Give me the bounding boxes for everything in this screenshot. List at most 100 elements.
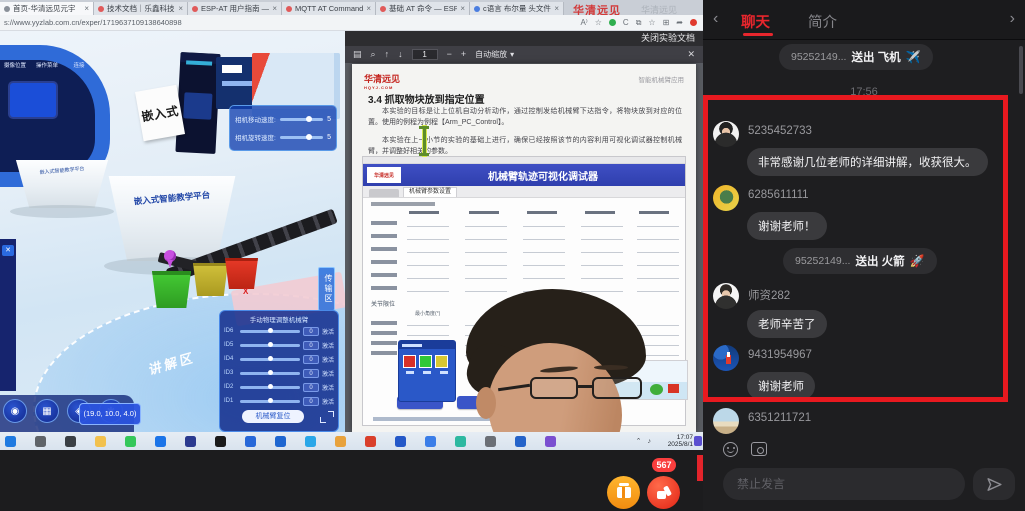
gift-text: 送出 火箭 bbox=[855, 253, 904, 269]
task-view-icon bbox=[65, 436, 76, 447]
browser-url-bar: s://www.yyzlab.com.cn/exper/171963710913… bbox=[0, 15, 703, 31]
app-icon bbox=[545, 436, 556, 447]
app-icon bbox=[455, 436, 466, 447]
app-icon bbox=[395, 436, 406, 447]
read-aloud-icon: A⁾ bbox=[580, 19, 587, 27]
tab-close-icon: × bbox=[554, 4, 559, 13]
camera-move-speed-value: 5 bbox=[327, 116, 331, 123]
taskbar-time: 17:07 bbox=[668, 434, 693, 442]
doc-brand-logo: 华清远见HQYJ.COM bbox=[364, 72, 400, 90]
gift-icon bbox=[617, 487, 631, 498]
close-icon: ✕ bbox=[2, 245, 14, 256]
chat-input[interactable] bbox=[723, 468, 965, 500]
wall-poster bbox=[175, 52, 220, 154]
axis-x-label: X bbox=[243, 287, 248, 296]
search-icon: ⌕ bbox=[371, 50, 376, 59]
glasses-bridge bbox=[578, 385, 592, 388]
tab-title: 技术文档｜乐鑫科技 bbox=[107, 3, 175, 14]
tab-placeholder bbox=[369, 189, 399, 197]
avatar bbox=[713, 283, 739, 309]
avatar bbox=[713, 345, 739, 371]
bucket-red bbox=[225, 258, 258, 289]
servo-id: ID5 bbox=[224, 342, 237, 348]
zoom-out-icon: − bbox=[447, 50, 452, 59]
bucket-yellow bbox=[193, 263, 228, 296]
arm-reset-row: 机械臂复位 bbox=[224, 410, 334, 423]
activate-button: 激活 bbox=[322, 327, 334, 336]
app-icon bbox=[305, 436, 316, 447]
powerpoint-icon bbox=[365, 436, 376, 447]
servo-row: ID1 0 激活 bbox=[224, 394, 334, 408]
chat-username: 师资282 bbox=[748, 287, 790, 303]
text-cursor bbox=[418, 126, 430, 156]
tab-title: c语言 布尔量 头文件 bbox=[483, 3, 551, 14]
emoji-icon[interactable] bbox=[723, 442, 738, 457]
chat-input-area bbox=[703, 436, 1025, 511]
chat-header: ‹ 聊天 简介 › bbox=[703, 0, 1025, 40]
camera-move-speed-row: 相机移动速度: 5 bbox=[235, 114, 331, 124]
tab-intro[interactable]: 简介 bbox=[808, 11, 837, 32]
tab-title: ESP-AT 用户指南 — bbox=[201, 3, 269, 14]
screenshot-icon[interactable] bbox=[751, 442, 767, 456]
browser-tab-bar: 首页-华清远见元宇 × 技术文档｜乐鑫科技 × ESP-AT 用户指南 — × … bbox=[0, 0, 703, 15]
coordinates-tooltip: (19.0, 10.0, 4.0) bbox=[79, 403, 141, 425]
chat-scrollbar[interactable] bbox=[1019, 46, 1023, 94]
tab-chat[interactable]: 聊天 bbox=[741, 11, 770, 32]
avatar bbox=[713, 121, 739, 147]
video-player[interactable]: 首页-华清远见元宇 × 技术文档｜乐鑫科技 × ESP-AT 用户指南 — × … bbox=[0, 0, 703, 511]
pedestal-front: 嵌入式智能教学平台 bbox=[106, 176, 238, 261]
servo-slider bbox=[240, 372, 300, 375]
favicon bbox=[192, 6, 198, 12]
table-row bbox=[369, 256, 679, 268]
virtual-lab-scene: 嵌入式 相机移动速度: 5 相机旋转速度: 5 嵌入式智能教学平台 bbox=[0, 31, 345, 432]
activate-button: 激活 bbox=[322, 369, 334, 378]
camera-move-speed-slider bbox=[280, 118, 323, 121]
word-icon bbox=[245, 436, 256, 447]
servo-slider bbox=[240, 330, 300, 333]
gift-sender: 95252149... bbox=[795, 255, 850, 267]
send-button[interactable] bbox=[973, 468, 1015, 500]
live-stream-page: 首页-华清远见元宇 × 技术文档｜乐鑫科技 × ESP-AT 用户指南 — × … bbox=[0, 0, 1025, 511]
stream-control-bar: 567 bbox=[0, 450, 703, 511]
favorite-star-icon: ☆ bbox=[595, 19, 602, 27]
dock-label: 连接 bbox=[64, 61, 94, 69]
servo-row: ID2 0 激活 bbox=[224, 380, 334, 394]
chat-bubble: 谢谢老师！ bbox=[747, 212, 827, 240]
servo-slider bbox=[240, 386, 300, 389]
browser-tab-basic-at: 基础 AT 命令 — ESP × bbox=[376, 2, 470, 15]
tray-arrow-icon: ⌃ bbox=[636, 437, 642, 445]
servo-value: 0 bbox=[303, 327, 319, 336]
doc-paragraph: 本实验在上一小节的实验的基础上进行，确保已经按照该节的内容利用可视化调试器控制机… bbox=[368, 136, 682, 157]
servo-row: ID5 0 激活 bbox=[224, 338, 334, 352]
like-button[interactable] bbox=[647, 476, 680, 509]
browser-tab-espressif-docs: 技术文档｜乐鑫科技 × bbox=[94, 2, 188, 15]
chat-username: 9431954967 bbox=[748, 349, 812, 361]
profile-badge-icon bbox=[690, 19, 697, 26]
gift-text: 送出 飞机 bbox=[851, 49, 900, 65]
favicon bbox=[4, 6, 10, 12]
browser-tab-home: 首页-华清远见元宇 × bbox=[0, 2, 94, 15]
chat-timestamp: 17:56 bbox=[703, 86, 1025, 98]
glasses-lens bbox=[592, 377, 642, 399]
servo-id: ID4 bbox=[224, 356, 237, 362]
dock-label: 摄像位置 bbox=[0, 61, 30, 69]
banner-title: 机械臂轨迹可视化调试器 bbox=[401, 168, 685, 183]
servo-value: 0 bbox=[303, 397, 319, 406]
servo-row: ID4 0 激活 bbox=[224, 352, 334, 366]
browser-tab-esp-at-guide: ESP-AT 用户指南 — × bbox=[188, 2, 282, 15]
app-icon bbox=[335, 436, 346, 447]
refresh-icon: C bbox=[623, 19, 629, 27]
chevron-left-icon[interactable]: ‹ bbox=[713, 9, 718, 29]
chevron-right-icon[interactable]: › bbox=[1010, 9, 1015, 29]
pdf-toolbar: ▤ ⌕ ↑ ↓ 1 − + 自动缩放 ▾ ✕ bbox=[345, 46, 703, 63]
screen-capture-content: 嵌入式 相机移动速度: 5 相机旋转速度: 5 嵌入式智能教学平台 bbox=[0, 31, 703, 432]
scene-left-panel: ✕ bbox=[0, 239, 16, 391]
collections-icon: ☆ bbox=[648, 19, 655, 27]
glasses-lens bbox=[530, 377, 578, 399]
chat-bubble: 老师辛苦了 bbox=[747, 310, 827, 338]
gift-button[interactable] bbox=[607, 476, 640, 509]
chat-username: 6285611111 bbox=[748, 189, 809, 201]
settings-icon bbox=[485, 436, 496, 447]
table-header-row bbox=[369, 208, 679, 216]
servo-value: 0 bbox=[303, 355, 319, 364]
